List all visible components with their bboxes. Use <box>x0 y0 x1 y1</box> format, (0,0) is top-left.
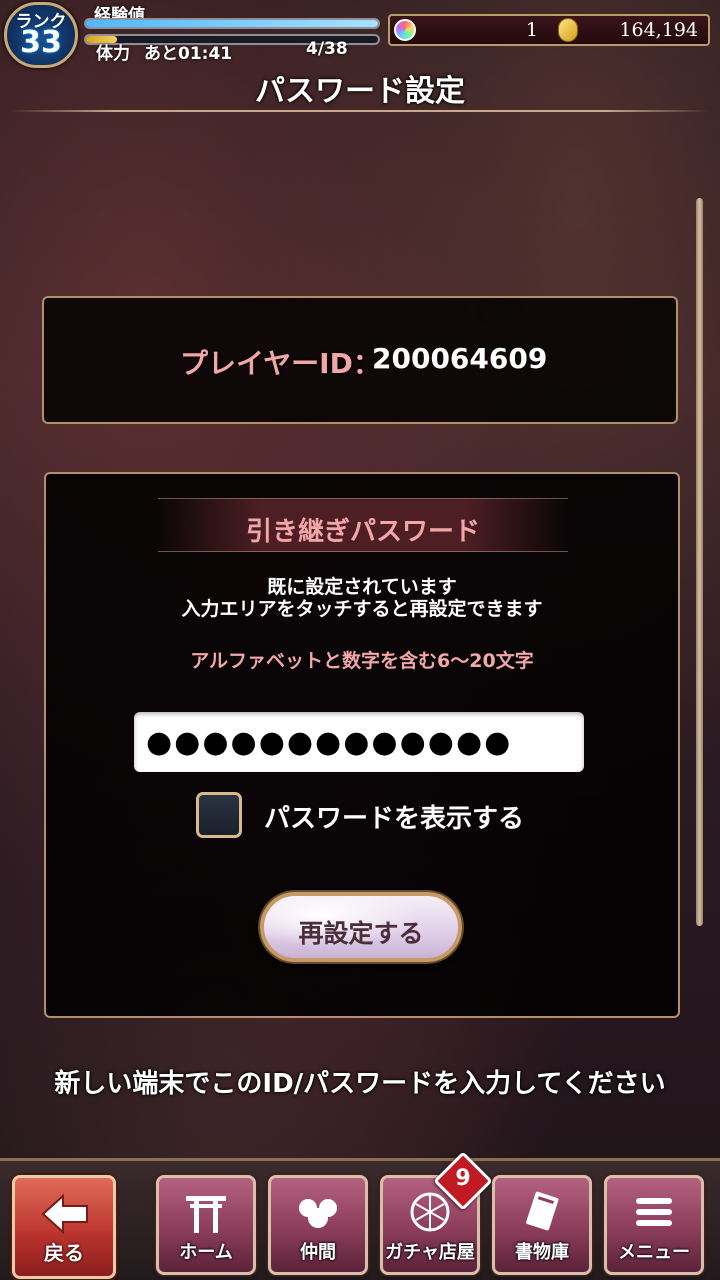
page-title: パスワード設定 <box>255 74 465 109</box>
show-password-checkbox[interactable] <box>196 792 242 838</box>
section-header: 引き継ぎパスワード <box>158 498 568 552</box>
top-status-bar: ランク 33 経験値 体力 あと01:41 4/38 1 164,194 <box>0 0 720 70</box>
gacha-badge-count: 9 <box>455 1166 471 1191</box>
coin-count: 164,194 <box>619 19 698 41</box>
torii-icon <box>186 1196 226 1233</box>
reset-password-button[interactable]: 再設定する <box>260 892 462 962</box>
rank-value: 33 <box>20 25 62 60</box>
currency-frame[interactable]: 1 164,194 <box>388 14 710 46</box>
bottom-navigation: 戻る ホーム 仲間 ガチャ店屋 書物庫 メニュー <box>0 1158 720 1280</box>
password-rule-text: アルファベットと数字を含む6〜20文字 <box>190 650 534 672</box>
section-title: 引き継ぎパスワード <box>245 517 480 547</box>
back-arrow-icon <box>41 1193 88 1235</box>
back-label: 戻る <box>44 1241 84 1265</box>
book-icon <box>526 1191 559 1231</box>
gem-count: 1 <box>525 19 538 41</box>
rank-badge[interactable]: ランク 33 <box>4 2 78 68</box>
menu-icon <box>636 1198 672 1226</box>
instruction-note: 新しい端末でこのID/パスワードを入力してください <box>54 1069 666 1099</box>
companions-icon <box>299 1199 337 1228</box>
nav-home-label: ホーム <box>179 1242 233 1263</box>
scrollbar[interactable] <box>696 198 703 926</box>
stamina-count: 4/38 <box>306 39 348 59</box>
nav-menu-button[interactable]: メニュー <box>604 1175 704 1275</box>
player-id-value: 200064609 <box>372 342 548 375</box>
stamina-label: 体力 <box>96 44 130 64</box>
nav-library-button[interactable]: 書物庫 <box>492 1175 592 1275</box>
exp-bar-fill <box>86 20 378 27</box>
nav-companions-label: 仲間 <box>300 1242 336 1263</box>
password-hint-text: 入力エリアをタッチすると再設定できます <box>181 598 543 620</box>
player-id-label: プレイヤーID： <box>180 347 381 380</box>
nav-menu-label: メニュー <box>618 1242 690 1263</box>
nav-companions-button[interactable]: 仲間 <box>268 1175 368 1275</box>
password-panel: 引き継ぎパスワード 既に設定されています 入力エリアをタッチすると再設定できます… <box>44 472 680 1018</box>
coin-icon <box>558 18 578 42</box>
nav-library-label: 書物庫 <box>515 1242 569 1263</box>
nav-home-button[interactable]: ホーム <box>156 1175 256 1275</box>
show-password-label[interactable]: パスワードを表示する <box>264 798 524 835</box>
password-input[interactable] <box>134 712 584 772</box>
back-button[interactable]: 戻る <box>12 1175 116 1279</box>
player-id-panel: プレイヤーID： 200064609 <box>42 296 678 424</box>
reset-button-label: 再設定する <box>298 919 424 948</box>
title-divider <box>10 110 710 112</box>
exp-bar <box>84 18 380 29</box>
gem-icon <box>394 19 416 41</box>
nav-gacha-label: ガチャ店屋 <box>385 1242 475 1263</box>
stamina-recovery-time: あと01:41 <box>144 44 233 64</box>
